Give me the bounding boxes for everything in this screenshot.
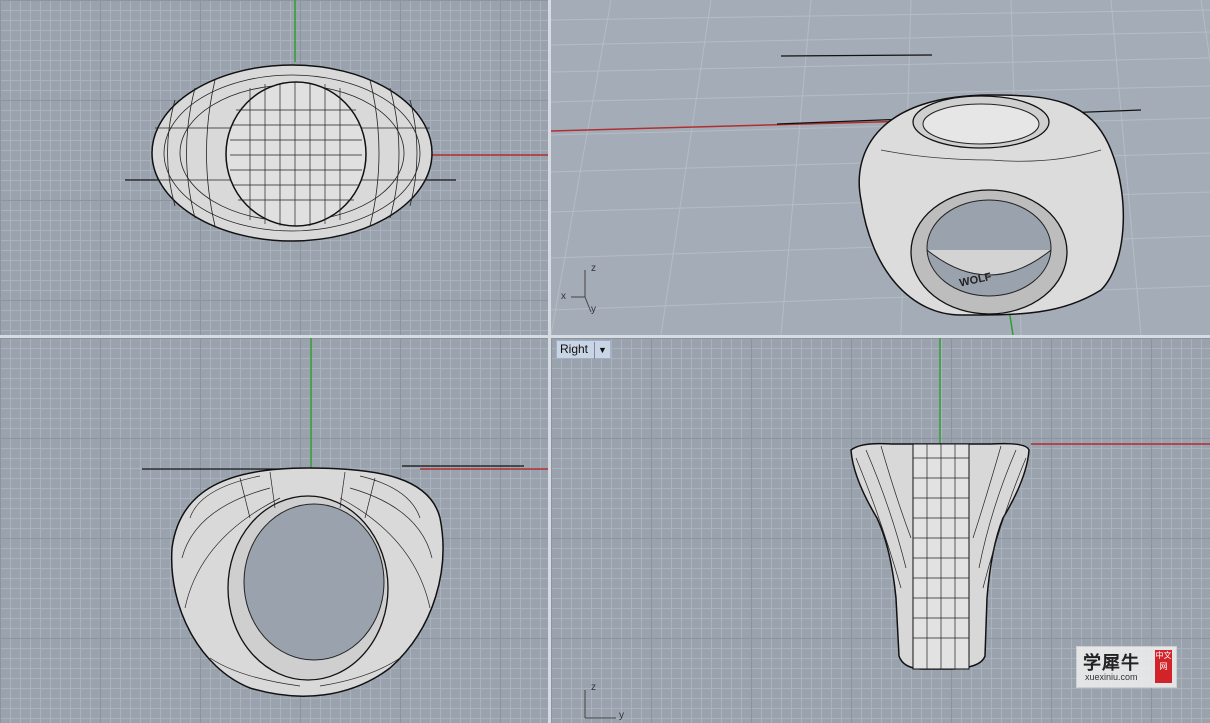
bezel-top <box>922 103 1040 145</box>
viewport-right[interactable]: Right ▼ z y 学犀牛 xuexiniu.com 中文网 <box>551 338 1210 723</box>
axis-label-x: x <box>561 291 566 302</box>
top-view-scene <box>125 0 548 242</box>
viewport-top[interactable] <box>0 0 548 335</box>
viewport-title-label: Right <box>560 342 589 356</box>
watermark-logo: 学犀牛 xuexiniu.com 中文网 <box>1076 646 1177 688</box>
perspective-scene: WOLF <box>551 0 1210 335</box>
axis-label-z: z <box>591 682 596 693</box>
bezel-surface <box>225 81 367 227</box>
ring-hole <box>243 503 385 661</box>
viewport-title-right[interactable]: Right ▼ <box>556 340 611 359</box>
chevron-down-icon[interactable]: ▼ <box>594 342 607 359</box>
axis-label-y: y <box>591 304 596 315</box>
front-view-scene <box>142 338 548 697</box>
rhino-viewports: WOLF z x y Right ▼ z y 学犀牛 xuexiniu.com … <box>0 0 1210 723</box>
axis-label-z: z <box>591 263 596 274</box>
viewport-perspective[interactable]: WOLF z x y <box>551 0 1210 335</box>
watermark-seal: 中文网 <box>1155 650 1172 683</box>
axis-label-y: y <box>619 710 624 721</box>
viewport-front[interactable] <box>0 338 548 723</box>
watermark-url: xuexiniu.com <box>1085 672 1138 682</box>
x-axis-line <box>551 120 912 132</box>
